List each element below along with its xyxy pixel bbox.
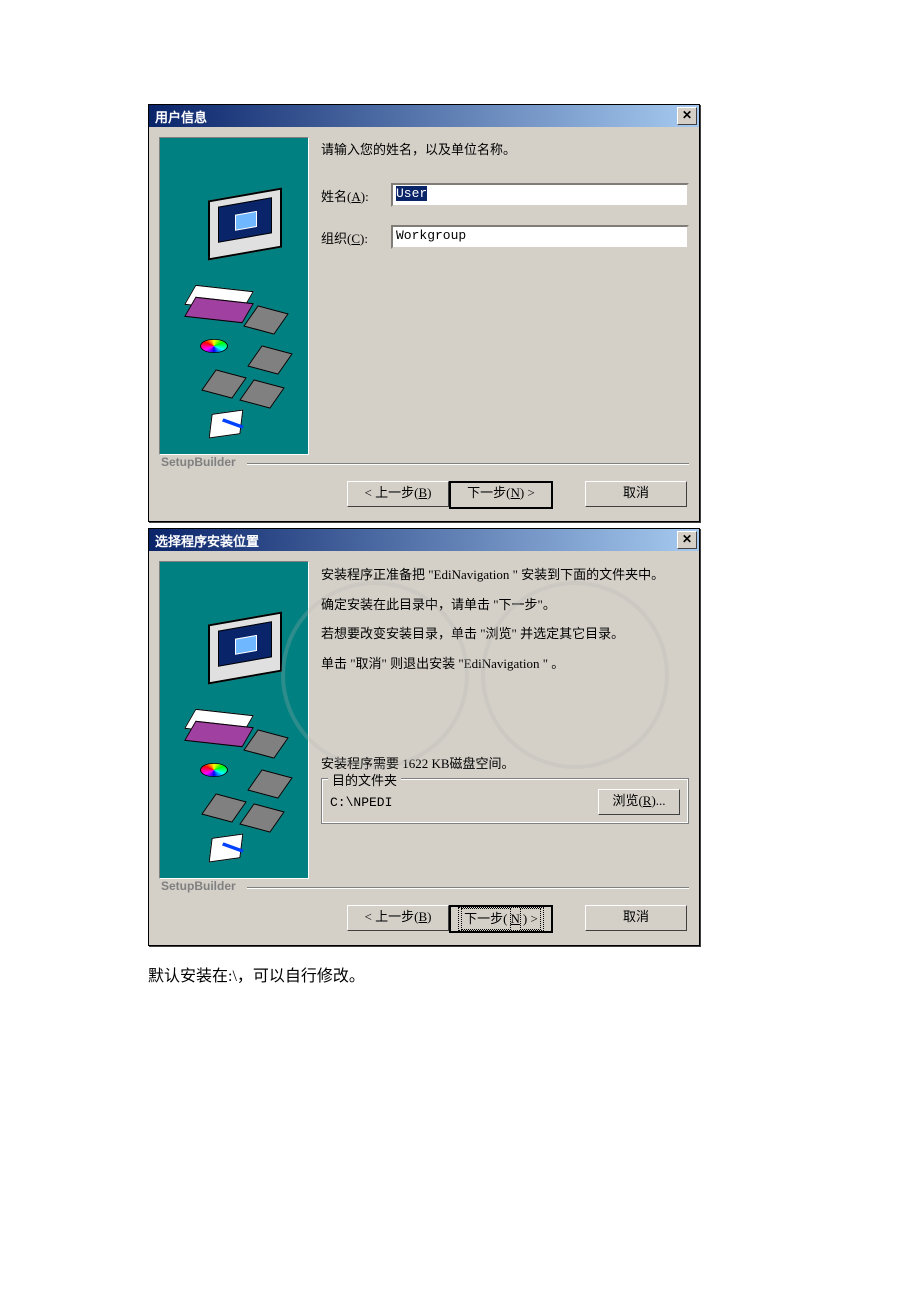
dialog-content: 安装程序正准备把 "EdiNavigation " 安装到下面的文件夹中。 确定… bbox=[321, 561, 689, 879]
dialog-title: 用户信息 bbox=[155, 107, 207, 126]
instruction-text: 请输入您的姓名，以及单位名称。 bbox=[321, 141, 689, 159]
name-row: 姓名(A): User bbox=[321, 183, 689, 207]
wizard-graphic bbox=[159, 561, 309, 879]
destination-groupbox: 目的文件夹 C:\NPEDI 浏览(R)... bbox=[321, 778, 689, 824]
dialog-body: 安装程序正准备把 "EdiNavigation " 安装到下面的文件夹中。 确定… bbox=[149, 551, 699, 881]
browse-button[interactable]: 浏览(R)... bbox=[598, 789, 680, 815]
separator bbox=[247, 463, 689, 465]
dialog-title: 选择程序安装位置 bbox=[155, 531, 259, 550]
titlebar: 选择程序安装位置 ✕ bbox=[149, 529, 699, 551]
wizard-graphic bbox=[159, 137, 309, 455]
install-text-1: 安装程序正准备把 "EdiNavigation " 安装到下面的文件夹中。 bbox=[321, 565, 689, 585]
titlebar: 用户信息 ✕ bbox=[149, 105, 699, 127]
dialog-user-info: 用户信息 ✕ 请输入您的姓名，以及单位名称。 姓名(A): User bbox=[148, 104, 700, 522]
brand-label: SetupBuilder bbox=[161, 455, 236, 469]
name-input[interactable]: User bbox=[391, 183, 689, 207]
org-row: 组织(C): Workgroup bbox=[321, 225, 689, 249]
next-button[interactable]: 下一步(N) > bbox=[449, 481, 553, 509]
button-row: < 上一步(B) 下一步(N) > 取消 bbox=[149, 899, 699, 945]
separator bbox=[247, 887, 689, 889]
cancel-button[interactable]: 取消 bbox=[585, 905, 687, 931]
close-icon[interactable]: ✕ bbox=[677, 107, 697, 125]
org-input[interactable]: Workgroup bbox=[391, 225, 689, 249]
cancel-button[interactable]: 取消 bbox=[585, 481, 687, 507]
dialog-content: 请输入您的姓名，以及单位名称。 姓名(A): User 组织(C): Workg… bbox=[321, 137, 689, 455]
group-legend: 目的文件夹 bbox=[328, 770, 401, 789]
next-button[interactable]: 下一步(N) > bbox=[449, 905, 553, 933]
close-icon[interactable]: ✕ bbox=[677, 531, 697, 549]
dialog-install-location: 选择程序安装位置 ✕ 安装程序正准备把 "EdiNavigation " 安装到… bbox=[148, 528, 700, 946]
install-path: C:\NPEDI bbox=[330, 795, 392, 810]
back-button[interactable]: < 上一步(B) bbox=[347, 481, 449, 507]
button-row: < 上一步(B) 下一步(N) > 取消 bbox=[149, 475, 699, 521]
dialog-body: 请输入您的姓名，以及单位名称。 姓名(A): User 组织(C): Workg… bbox=[149, 127, 699, 457]
org-label: 组织(C): bbox=[321, 228, 391, 247]
install-text-4: 单击 "取消" 则退出安装 "EdiNavigation " 。 bbox=[321, 654, 689, 674]
name-label: 姓名(A): bbox=[321, 186, 391, 205]
back-button[interactable]: < 上一步(B) bbox=[347, 905, 449, 931]
install-text-2: 确定安装在此目录中，请单击 "下一步"。 bbox=[321, 595, 689, 615]
brand-label: SetupBuilder bbox=[161, 879, 236, 893]
document-caption: 默认安装在:\，可以自行修改。 bbox=[148, 962, 365, 986]
install-text-3: 若想要改变安装目录，单击 "浏览" 并选定其它目录。 bbox=[321, 624, 689, 644]
